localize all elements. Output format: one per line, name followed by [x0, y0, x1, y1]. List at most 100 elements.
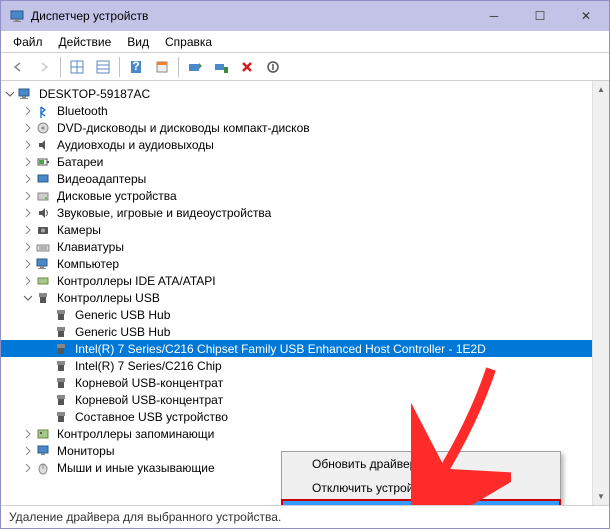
scroll-down-button[interactable]: ▼: [593, 488, 609, 505]
tree-category[interactable]: Звуковые, игровые и видеоустройства: [1, 204, 592, 221]
expand-icon[interactable]: [1, 86, 17, 102]
node-label: Батареи: [55, 155, 105, 169]
node-label: Компьютер: [55, 257, 121, 271]
device-tree[interactable]: DESKTOP-59187AC Bluetooth DVD-дисководы и …: [1, 81, 592, 505]
tree-category[interactable]: Камеры: [1, 221, 592, 238]
tree-device[interactable]: Intel(R) 7 Series/C216 Chip: [1, 357, 592, 374]
expand-icon[interactable]: [19, 171, 35, 187]
separator: [119, 57, 120, 77]
expand-icon[interactable]: [19, 273, 35, 289]
expand-icon[interactable]: [19, 120, 35, 136]
tree-category[interactable]: Контроллеры запоминающи: [1, 425, 592, 442]
expand-icon[interactable]: [19, 205, 35, 221]
node-label: Мыши и иные указывающие: [55, 461, 217, 475]
expand-icon[interactable]: [19, 426, 35, 442]
expand-icon[interactable]: [19, 103, 35, 119]
tree-category-usb[interactable]: Контроллеры USB: [1, 289, 592, 306]
node-label: Intel(R) 7 Series/C216 Chip: [73, 359, 224, 373]
disable-button[interactable]: [261, 56, 285, 78]
ctx-label: Отключить устройство: [312, 481, 438, 495]
expand-icon[interactable]: [19, 239, 35, 255]
tree-category[interactable]: Компьютер: [1, 255, 592, 272]
expand-icon[interactable]: [19, 460, 35, 476]
scroll-up-button[interactable]: ▲: [593, 81, 609, 98]
expand-icon[interactable]: [19, 256, 35, 272]
view-list-button[interactable]: [91, 56, 115, 78]
ctx-label: Удалить устройство: [312, 505, 423, 506]
node-label: Звуковые, игровые и видеоустройства: [55, 206, 273, 220]
context-menu: Обновить драйвер Отключить устройство Уд…: [281, 451, 561, 506]
menubar: Файл Действие Вид Справка: [1, 31, 609, 53]
ctx-disable-device[interactable]: Отключить устройство: [282, 476, 560, 500]
tree-category[interactable]: Клавиатуры: [1, 238, 592, 255]
expand-icon[interactable]: [19, 154, 35, 170]
node-label: Bluetooth: [55, 104, 110, 118]
close-button[interactable]: ✕: [563, 1, 609, 31]
node-label: Камеры: [55, 223, 103, 237]
usb-icon: [53, 341, 69, 357]
audio-icon: [35, 137, 51, 153]
sound-icon: [35, 205, 51, 221]
update-button[interactable]: [183, 56, 207, 78]
forward-button[interactable]: [32, 56, 56, 78]
menu-action[interactable]: Действие: [51, 33, 120, 51]
content-area: DESKTOP-59187AC Bluetooth DVD-дисководы и …: [1, 81, 609, 506]
tree-device[interactable]: Корневой USB-концентрат: [1, 374, 592, 391]
tree-device[interactable]: Intel(R) 7 Series/C216 Chipset Family US…: [1, 340, 592, 357]
expand-icon[interactable]: [19, 290, 35, 306]
expand-icon[interactable]: [19, 443, 35, 459]
delete-button[interactable]: [235, 56, 259, 78]
tree-category[interactable]: DVD-дисководы и дисководы компакт-дисков: [1, 119, 592, 136]
back-button[interactable]: [6, 56, 30, 78]
menu-file[interactable]: Файл: [5, 33, 51, 51]
node-label: Мониторы: [55, 444, 116, 458]
pc-icon: [35, 256, 51, 272]
tree-category[interactable]: Дисковые устройства: [1, 187, 592, 204]
expand-icon[interactable]: [19, 222, 35, 238]
tree-device[interactable]: Generic USB Hub: [1, 306, 592, 323]
tree-category[interactable]: Батареи: [1, 153, 592, 170]
tree-device[interactable]: Корневой USB-концентрат: [1, 391, 592, 408]
device-manager-window: Диспетчер устройств ─ ☐ ✕ Файл Действие …: [0, 0, 610, 529]
menu-view[interactable]: Вид: [119, 33, 157, 51]
tree-device[interactable]: Generic USB Hub: [1, 323, 592, 340]
mon-icon: [35, 443, 51, 459]
mouse-icon: [35, 460, 51, 476]
separator: [60, 57, 61, 77]
ctx-update-driver[interactable]: Обновить драйвер: [282, 452, 560, 476]
view-grid-button[interactable]: [65, 56, 89, 78]
tree-category[interactable]: Контроллеры IDE ATA/ATAPI: [1, 272, 592, 289]
expand-icon[interactable]: [19, 137, 35, 153]
usb-icon: [53, 375, 69, 391]
maximize-button[interactable]: ☐: [517, 1, 563, 31]
tree-root[interactable]: DESKTOP-59187AC: [1, 85, 592, 102]
node-label: DVD-дисководы и дисководы компакт-дисков: [55, 121, 312, 135]
cam-icon: [35, 222, 51, 238]
ctx-remove-device[interactable]: Удалить устройство: [282, 500, 560, 506]
node-label: Аудиовходы и аудиовыходы: [55, 138, 216, 152]
menu-help[interactable]: Справка: [157, 33, 220, 51]
node-label: Дисковые устройства: [55, 189, 179, 203]
titlebar: Диспетчер устройств ─ ☐ ✕: [1, 1, 609, 31]
separator: [178, 57, 179, 77]
minimize-button[interactable]: ─: [471, 1, 517, 31]
vertical-scrollbar[interactable]: ▲ ▼: [592, 81, 609, 505]
node-label: Generic USB Hub: [73, 325, 172, 339]
computer-icon: [17, 86, 33, 102]
usb-icon: [53, 307, 69, 323]
tree-device[interactable]: Составное USB устройство: [1, 408, 592, 425]
usb-icon: [53, 392, 69, 408]
help-button[interactable]: ?: [124, 56, 148, 78]
ide-icon: [35, 273, 51, 289]
tree-category[interactable]: Видеоадаптеры: [1, 170, 592, 187]
tree-category[interactable]: Bluetooth: [1, 102, 592, 119]
expand-icon[interactable]: [19, 188, 35, 204]
node-label: Контроллеры IDE ATA/ATAPI: [55, 274, 218, 288]
usb-icon: [53, 409, 69, 425]
properties-button[interactable]: [150, 56, 174, 78]
tree-category[interactable]: Аудиовходы и аудиовыходы: [1, 136, 592, 153]
toolbar: ?: [1, 53, 609, 81]
bt-icon: [35, 103, 51, 119]
scan-button[interactable]: [209, 56, 233, 78]
node-label: Контроллеры запоминающи: [55, 427, 216, 441]
